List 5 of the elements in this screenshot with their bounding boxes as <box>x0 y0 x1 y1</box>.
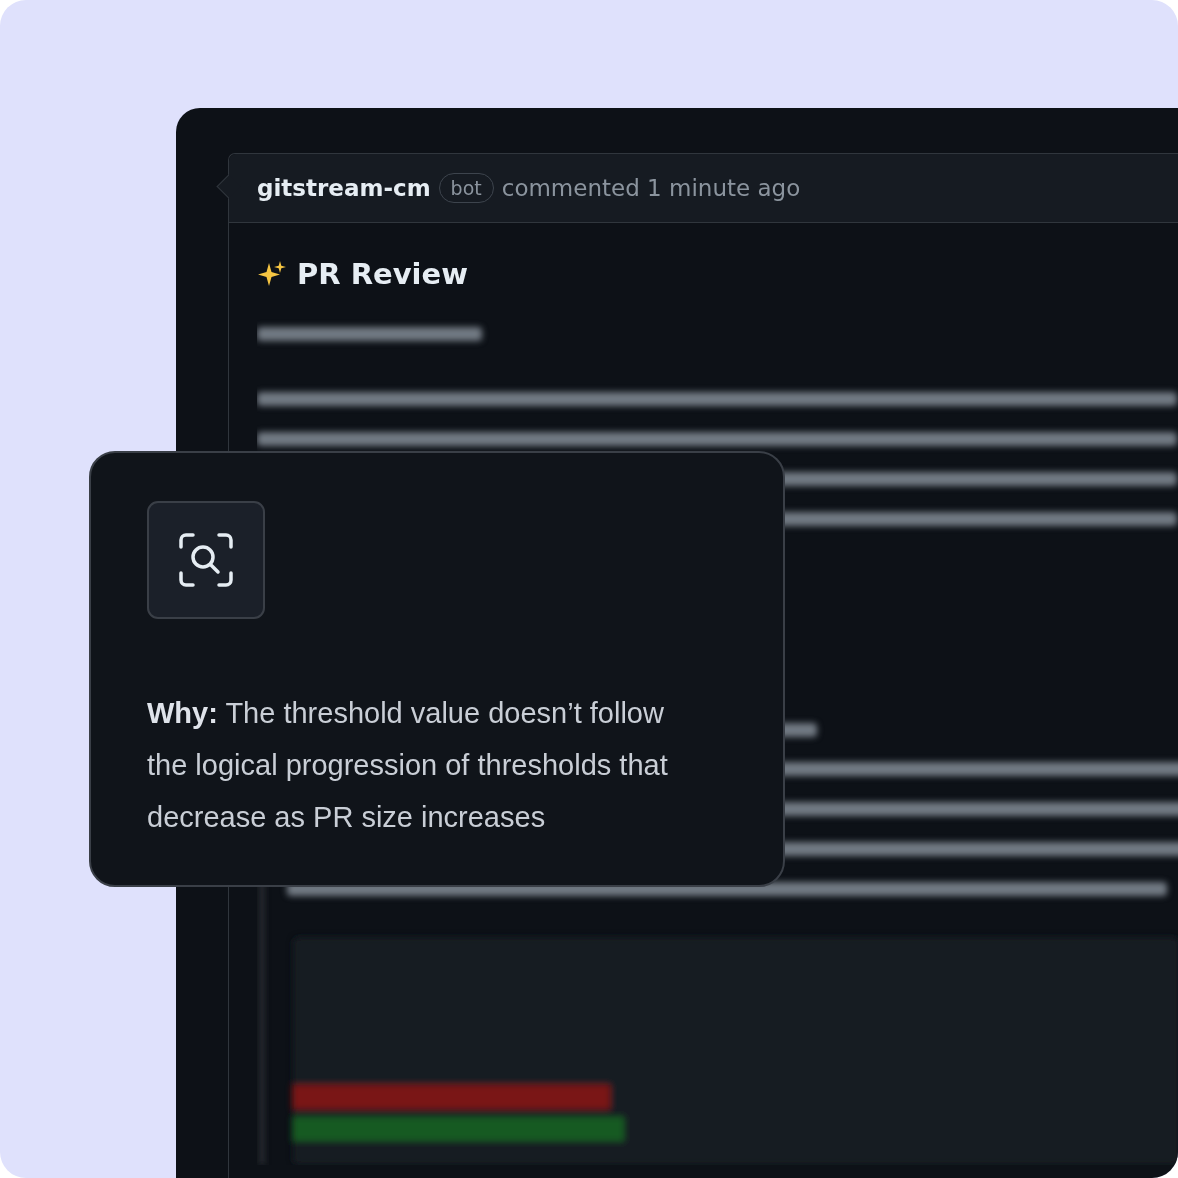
author-name[interactable]: gitstream-cm <box>257 175 431 201</box>
scan-search-icon <box>179 533 233 587</box>
review-heading: PR Review <box>297 257 468 291</box>
comment-timestamp: commented 1 minute ago <box>501 175 801 201</box>
why-explanation: Why: The threshold value doesn’t follow the logical progression of thresholds that decrease as PR size increases <box>147 696 669 835</box>
